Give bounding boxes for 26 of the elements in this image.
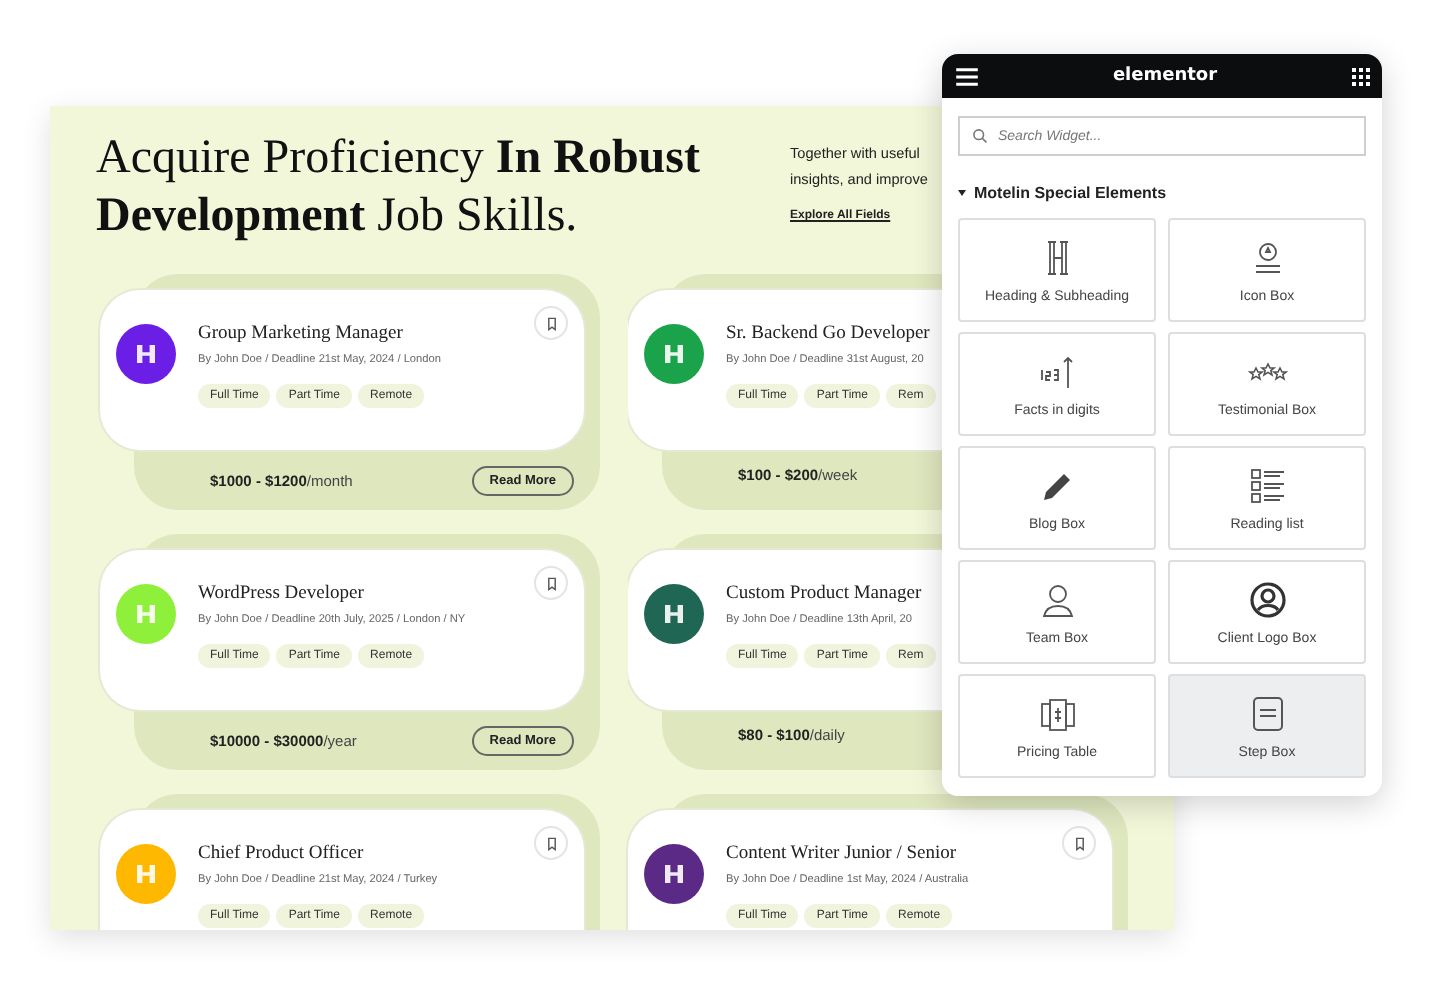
bookmark-icon — [543, 315, 559, 331]
job-title[interactable]: WordPress Developer — [198, 584, 466, 604]
menu-icon[interactable] — [956, 67, 978, 85]
job-title[interactable]: Sr. Backend Go Developer — [726, 324, 936, 344]
page-heading: Acquire Proficiency In Robust Development Job Skills. — [96, 130, 702, 246]
search-icon — [972, 128, 988, 144]
widget-icon — [1247, 465, 1287, 505]
bookmark-button[interactable] — [1062, 826, 1096, 860]
widget-icon — [1247, 579, 1287, 619]
widget-icon — [1037, 579, 1077, 619]
bookmark-icon — [1071, 835, 1087, 851]
bookmark-icon — [543, 835, 559, 851]
bookmark-button[interactable] — [534, 826, 568, 860]
section-toggle[interactable]: Motelin Special Elements — [958, 184, 1366, 202]
bookmark-button[interactable] — [534, 306, 568, 340]
job-title[interactable]: Custom Product Manager — [726, 584, 936, 604]
brand-logo: elementor — [1112, 66, 1218, 86]
job-title[interactable]: Group Marketing Manager — [198, 324, 441, 344]
widget-icon — [1037, 351, 1077, 391]
job-title[interactable]: Chief Product Officer — [198, 844, 438, 864]
widget-icon — [1037, 693, 1077, 733]
bookmark-button[interactable] — [534, 566, 568, 600]
widget-icon — [1247, 693, 1287, 733]
grid-icon[interactable] — [1351, 67, 1370, 85]
bookmark-icon — [543, 575, 559, 591]
job-title[interactable]: Content Writer Junior / Senior — [726, 844, 969, 864]
